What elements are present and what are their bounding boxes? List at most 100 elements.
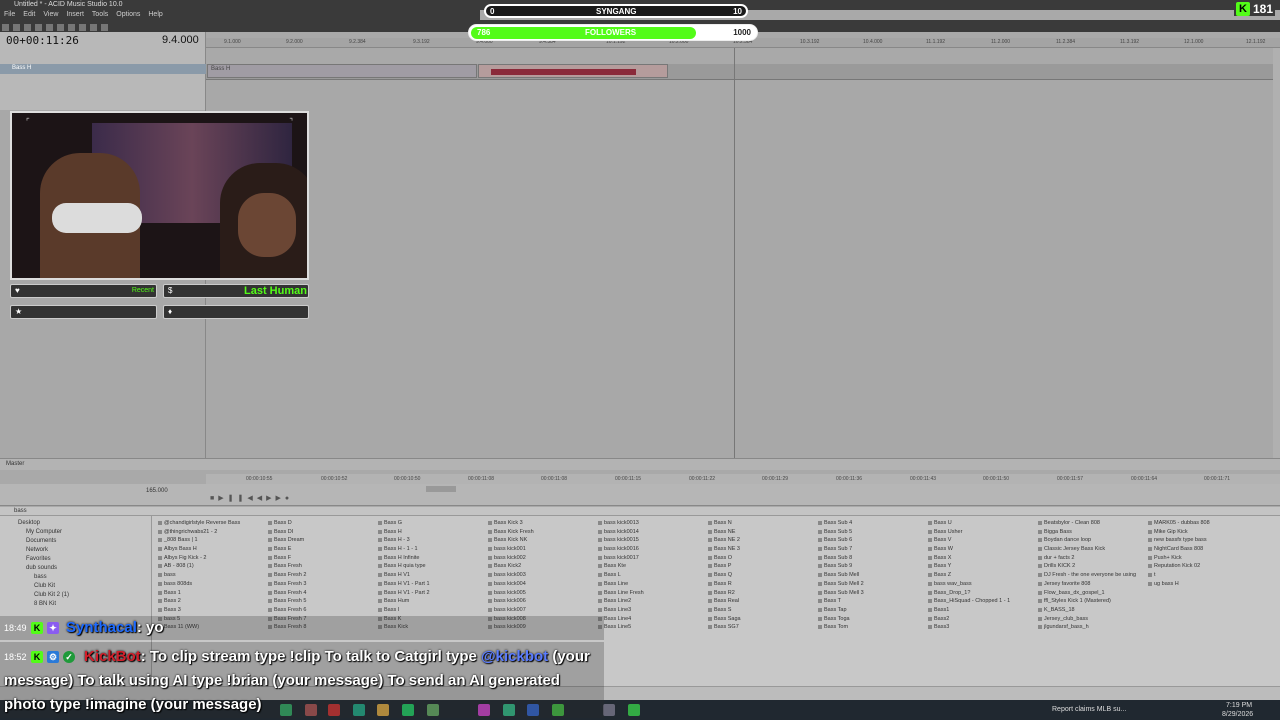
file-item[interactable]: Bass Sub Mell 3	[818, 589, 926, 598]
chat-mention[interactable]: @kickbot	[481, 648, 548, 665]
file-item[interactable]: Bass_HiSquad - Chopped 1 - 1	[928, 597, 1036, 606]
file-item[interactable]: Bass Fresh 6	[268, 606, 376, 615]
file-item[interactable]: Bass H	[378, 528, 486, 537]
file-item[interactable]: Bass 3	[158, 606, 266, 615]
file-item[interactable]: Bass R	[708, 580, 816, 589]
file-item[interactable]: ug bass H	[1148, 580, 1256, 589]
file-item[interactable]: bass kick003	[488, 571, 596, 580]
file-item[interactable]: Bass E	[268, 545, 376, 554]
file-item[interactable]: Bass Z	[928, 571, 1036, 580]
file-item[interactable]: Bass Line	[598, 580, 706, 589]
file-item[interactable]: bass kick001	[488, 545, 596, 554]
clock-time[interactable]: 7:19 PM	[1226, 702, 1252, 709]
file-item[interactable]: Bass NE 3	[708, 545, 816, 554]
track-name[interactable]: Bass H	[12, 65, 31, 71]
file-item[interactable]: Bass Fresh 4	[268, 589, 376, 598]
copy-icon[interactable]	[46, 24, 53, 31]
file-item[interactable]: bass kick007	[488, 606, 596, 615]
file-item[interactable]: Bass 2	[158, 597, 266, 606]
file-item[interactable]: Bass2	[928, 615, 1036, 624]
file-item[interactable]: Bass P	[708, 562, 816, 571]
tree-item[interactable]: My Computer	[0, 528, 151, 537]
transport-buttons[interactable]: ■▶❚❚◀◀▶▶●	[210, 494, 293, 502]
file-item[interactable]: bass kick0016	[598, 545, 706, 554]
audio-clip[interactable]: Bass H	[207, 64, 477, 78]
explorer-path[interactable]: bass	[0, 507, 1280, 516]
tree-item[interactable]: dub sounds	[0, 564, 151, 573]
bpm-display[interactable]: 165.000	[146, 488, 168, 494]
file-item[interactable]: Bass D	[268, 519, 376, 528]
paste-icon[interactable]	[57, 24, 64, 31]
file-item[interactable]: Albys Fig Kick - 2	[158, 554, 266, 563]
file-item[interactable]: Bass Real	[708, 597, 816, 606]
file-item[interactable]: Bass DI	[268, 528, 376, 537]
file-item[interactable]: Bass U	[928, 519, 1036, 528]
file-item[interactable]: bass kick0015	[598, 536, 706, 545]
file-item[interactable]: jlgundarsf_bass_h	[1038, 623, 1146, 632]
file-item[interactable]: Bigga Bass	[1038, 528, 1146, 537]
file-item[interactable]: _808 Bass | 1	[158, 536, 266, 545]
file-item[interactable]: NightCard Bass 808	[1148, 545, 1256, 554]
file-item[interactable]: Push+ Kick	[1148, 554, 1256, 563]
file-item[interactable]: MARK05 - dubbas 808	[1148, 519, 1256, 528]
menu-view[interactable]: View	[43, 10, 58, 20]
file-item[interactable]: Bass Fresh	[268, 562, 376, 571]
file-item[interactable]: Bass_Drop_1?	[928, 589, 1036, 598]
file-item[interactable]: Bass T	[818, 597, 926, 606]
file-item[interactable]: Bass 1	[158, 589, 266, 598]
file-item[interactable]: Bass R2	[708, 589, 816, 598]
file-item[interactable]: Bass Kick 3	[488, 519, 596, 528]
file-item[interactable]: Bass1	[928, 606, 1036, 615]
file-item[interactable]: t	[1148, 571, 1256, 580]
tree-item[interactable]: Favorites	[0, 555, 151, 564]
file-item[interactable]: Flow_bass_dx_gospel_1	[1038, 589, 1146, 598]
save-icon[interactable]	[24, 24, 31, 31]
file-item[interactable]: Bass Tom	[818, 623, 926, 632]
new-icon[interactable]	[2, 24, 9, 31]
tree-item[interactable]: bass	[0, 573, 151, 582]
tree-item[interactable]: 8 BN Kit	[0, 600, 151, 609]
tree-item[interactable]: Documents	[0, 537, 151, 546]
file-item[interactable]: Bass Kick2	[488, 562, 596, 571]
audio-clip-selected[interactable]	[478, 64, 668, 78]
file-item[interactable]: Bass Fresh 2	[268, 571, 376, 580]
undo-icon[interactable]	[68, 24, 75, 31]
file-item[interactable]: bass kick0013	[598, 519, 706, 528]
timeline-workspace[interactable]	[206, 80, 1273, 458]
cut-icon[interactable]	[35, 24, 42, 31]
file-item[interactable]: Bass H - 1 - 1	[378, 545, 486, 554]
file-item[interactable]: ffl_Styles Kick 1 (Mastered)	[1038, 597, 1146, 606]
file-item[interactable]: Bass O	[708, 554, 816, 563]
file-item[interactable]: Bass NE	[708, 528, 816, 537]
file-item[interactable]: Bass Sub Mell	[818, 571, 926, 580]
redo-icon[interactable]	[79, 24, 86, 31]
file-item[interactable]: Bass NE 2	[708, 536, 816, 545]
file-item[interactable]: Bass Y	[928, 562, 1036, 571]
file-item[interactable]: Bass SG7	[708, 623, 816, 632]
file-item[interactable]: Bass H - 3	[378, 536, 486, 545]
file-item[interactable]: DJ Fresh - the one everyone be using	[1038, 571, 1146, 580]
file-item[interactable]: Bass Kick NK	[488, 536, 596, 545]
file-item[interactable]: Bass W	[928, 545, 1036, 554]
track-header[interactable]: Bass H	[0, 64, 206, 74]
news-widget[interactable]: Report claims MLB su...	[1052, 706, 1126, 713]
file-item[interactable]: Bass Kick Fresh	[488, 528, 596, 537]
tree-item[interactable]: Club Kit 2 (1)	[0, 591, 151, 600]
menu-insert[interactable]: Insert	[66, 10, 84, 20]
file-item[interactable]: Bass H Infinite	[378, 554, 486, 563]
file-item[interactable]: Bass S	[708, 606, 816, 615]
menu-file[interactable]: File	[4, 10, 15, 20]
file-item[interactable]: Bass Dream	[268, 536, 376, 545]
file-item[interactable]: Drills KICK 2	[1038, 562, 1146, 571]
file-item[interactable]: Bass X	[928, 554, 1036, 563]
menu-tools[interactable]: Tools	[92, 10, 108, 20]
file-item[interactable]: Bass H quia type	[378, 562, 486, 571]
file-item[interactable]: bass	[158, 571, 266, 580]
file-item[interactable]: Albys Bass H	[158, 545, 266, 554]
file-item[interactable]: Bass V	[928, 536, 1036, 545]
horizontal-scroll-thumb[interactable]	[426, 486, 456, 492]
file-item[interactable]: Bass Sub 4	[818, 519, 926, 528]
file-item[interactable]: Bass Tap	[818, 606, 926, 615]
tree-item[interactable]: Network	[0, 546, 151, 555]
app-icon[interactable]	[628, 704, 640, 716]
